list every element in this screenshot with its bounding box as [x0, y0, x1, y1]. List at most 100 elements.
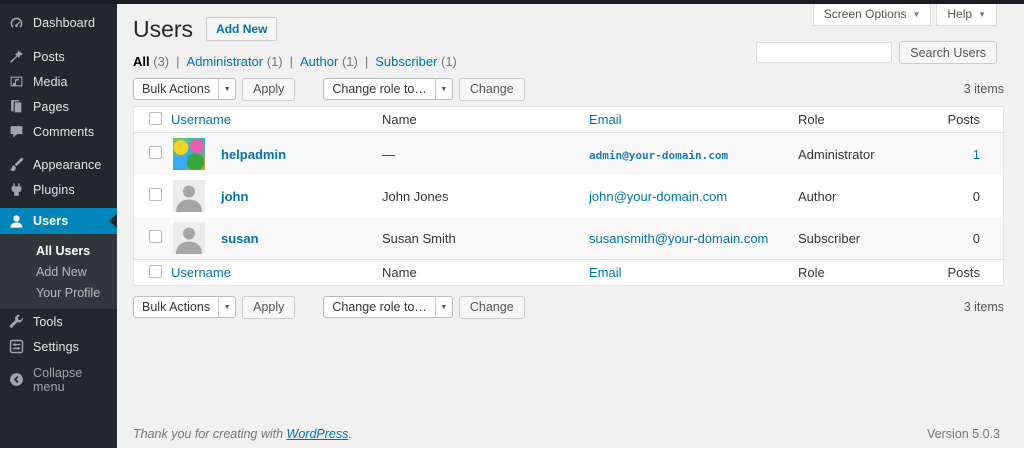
view-author-link[interactable]: Author (1) — [300, 54, 358, 69]
search-users-button[interactable]: Search Users — [899, 41, 997, 64]
top-toolbar: Bulk Actions ▼ Apply Change role to… ▼ C… — [133, 77, 1004, 101]
brush-icon — [9, 157, 24, 172]
table-header-row: Username Name Email Role Posts — [134, 107, 1003, 133]
username-column-header[interactable]: Username — [171, 112, 231, 127]
role-cell: Administrator — [798, 147, 924, 162]
sidebar-item-users[interactable]: Users — [0, 208, 117, 234]
select-arrow-icon: ▼ — [218, 297, 235, 317]
view-count: (1) — [441, 54, 457, 69]
mystery-person-avatar — [173, 222, 205, 254]
sidebar-item-label: Settings — [33, 340, 79, 354]
view-count: (1) — [267, 54, 283, 69]
row-checkbox[interactable] — [149, 188, 162, 201]
sidebar-item-label: Dashboard — [33, 16, 95, 30]
items-count: 3 items — [964, 82, 1004, 96]
chevron-down-icon: ▼ — [912, 10, 920, 19]
row-checkbox[interactable] — [149, 230, 162, 243]
name-cell: John Jones — [382, 189, 589, 204]
sidebar-item-label: Collapse menu — [33, 366, 117, 394]
name-column-header: Name — [382, 265, 589, 280]
bulk-actions-select[interactable]: Bulk Actions ▼ — [133, 78, 236, 100]
screen-options-label: Screen Options — [824, 7, 907, 21]
users-submenu: All Users Add New Your Profile — [0, 234, 117, 309]
search-box: Search Users — [756, 41, 997, 64]
sidebar-item-label: Posts — [33, 50, 65, 64]
add-new-button[interactable]: Add New — [206, 17, 277, 41]
search-users-input[interactable] — [756, 42, 892, 63]
dashboard-icon — [9, 16, 24, 31]
sidebar-item-label: Pages — [33, 100, 69, 114]
media-icon — [9, 74, 24, 89]
sidebar-item-media[interactable]: Media — [0, 69, 117, 94]
sidebar-item-plugins[interactable]: Plugins — [0, 177, 117, 202]
bulk-actions-value: Bulk Actions — [134, 79, 218, 99]
name-cell: Susan Smith — [382, 231, 589, 246]
username-link[interactable]: susan — [221, 231, 259, 246]
sidebar-item-settings[interactable]: Settings — [0, 334, 117, 359]
sidebar-item-appearance[interactable]: Appearance — [0, 152, 117, 177]
select-all-checkbox[interactable] — [149, 265, 162, 278]
username-link[interactable]: helpadmin — [221, 147, 286, 162]
mystery-person-avatar — [173, 180, 205, 212]
table-footer-row: Username Name Email Role Posts — [134, 259, 1003, 285]
view-label: Administrator — [187, 54, 264, 69]
sidebar-item-dashboard[interactable]: Dashboard — [0, 10, 117, 36]
wrench-icon — [9, 314, 24, 329]
users-table: Username Name Email Role Posts helpadmin… — [133, 106, 1004, 286]
email-column-header[interactable]: Email — [589, 265, 622, 280]
sidebar-item-collapse-menu[interactable]: Collapse menu — [0, 367, 117, 392]
change-role-value: Change role to… — [324, 297, 435, 317]
change-button[interactable]: Change — [459, 296, 525, 319]
screen-options-tab[interactable]: Screen Options ▼ — [813, 4, 932, 26]
sidebar-item-label: Tools — [33, 315, 63, 329]
select-arrow-icon: ▼ — [435, 297, 452, 317]
sidebar-separator — [0, 36, 117, 44]
name-column-header: Name — [382, 112, 589, 127]
view-administrator-link[interactable]: Administrator (1) — [187, 54, 283, 69]
posts-count-link[interactable]: 1 — [973, 147, 980, 162]
help-tab[interactable]: Help ▼ — [936, 4, 997, 26]
role-cell: Author — [798, 189, 924, 204]
user-icon — [9, 214, 24, 229]
view-all-link[interactable]: All (3) — [133, 54, 169, 69]
username-link[interactable]: john — [221, 189, 248, 204]
admin-sidebar: Dashboard Posts Media Pages Comments App… — [0, 4, 117, 448]
username-column-header[interactable]: Username — [171, 265, 231, 280]
change-role-select[interactable]: Change role to… ▼ — [323, 78, 453, 100]
posts-column-header: Posts — [924, 112, 1003, 127]
admin-content: Screen Options ▼ Help ▼ Search Users Use… — [117, 4, 1024, 448]
role-column-header: Role — [798, 112, 924, 127]
select-arrow-icon: ▼ — [435, 79, 452, 99]
row-checkbox[interactable] — [149, 146, 162, 159]
version-text: Version 5.0.3 — [927, 427, 1000, 441]
sidebar-item-your-profile[interactable]: Your Profile — [0, 282, 117, 303]
wordpress-link[interactable]: WordPress — [287, 427, 349, 441]
apply-button[interactable]: Apply — [242, 78, 295, 101]
email-column-header[interactable]: Email — [589, 112, 622, 127]
settings-icon — [9, 339, 24, 354]
bulk-actions-select[interactable]: Bulk Actions ▼ — [133, 296, 236, 318]
change-role-select[interactable]: Change role to… ▼ — [323, 296, 453, 318]
collapse-arrow-icon — [9, 372, 24, 387]
email-link[interactable]: susansmith@your-domain.com — [589, 231, 768, 246]
apply-button[interactable]: Apply — [242, 296, 295, 319]
email-link[interactable]: admin@your-domain.com — [589, 149, 728, 162]
select-all-checkbox[interactable] — [149, 112, 162, 125]
admin-footer: Thank you for creating with WordPress. V… — [133, 427, 1000, 441]
sidebar-item-all-users[interactable]: All Users — [0, 240, 117, 261]
change-button[interactable]: Change — [459, 78, 525, 101]
footer-thanks: Thank you for creating with WordPress. — [133, 427, 352, 441]
sidebar-item-pages[interactable]: Pages — [0, 94, 117, 119]
sidebar-item-tools[interactable]: Tools — [0, 309, 117, 334]
sidebar-item-comments[interactable]: Comments — [0, 119, 117, 144]
view-subscriber-link[interactable]: Subscriber (1) — [375, 54, 457, 69]
table-row: john John Jones john@your-domain.com Aut… — [134, 175, 1003, 217]
name-cell: — — [382, 147, 589, 162]
email-link[interactable]: john@your-domain.com — [589, 189, 727, 204]
posts-column-header: Posts — [924, 265, 1003, 280]
comment-icon — [9, 124, 24, 139]
bottom-toolbar: Bulk Actions ▼ Apply Change role to… ▼ C… — [133, 295, 1004, 319]
sidebar-item-posts[interactable]: Posts — [0, 44, 117, 69]
bulk-actions-value: Bulk Actions — [134, 297, 218, 317]
sidebar-item-add-new[interactable]: Add New — [0, 261, 117, 282]
